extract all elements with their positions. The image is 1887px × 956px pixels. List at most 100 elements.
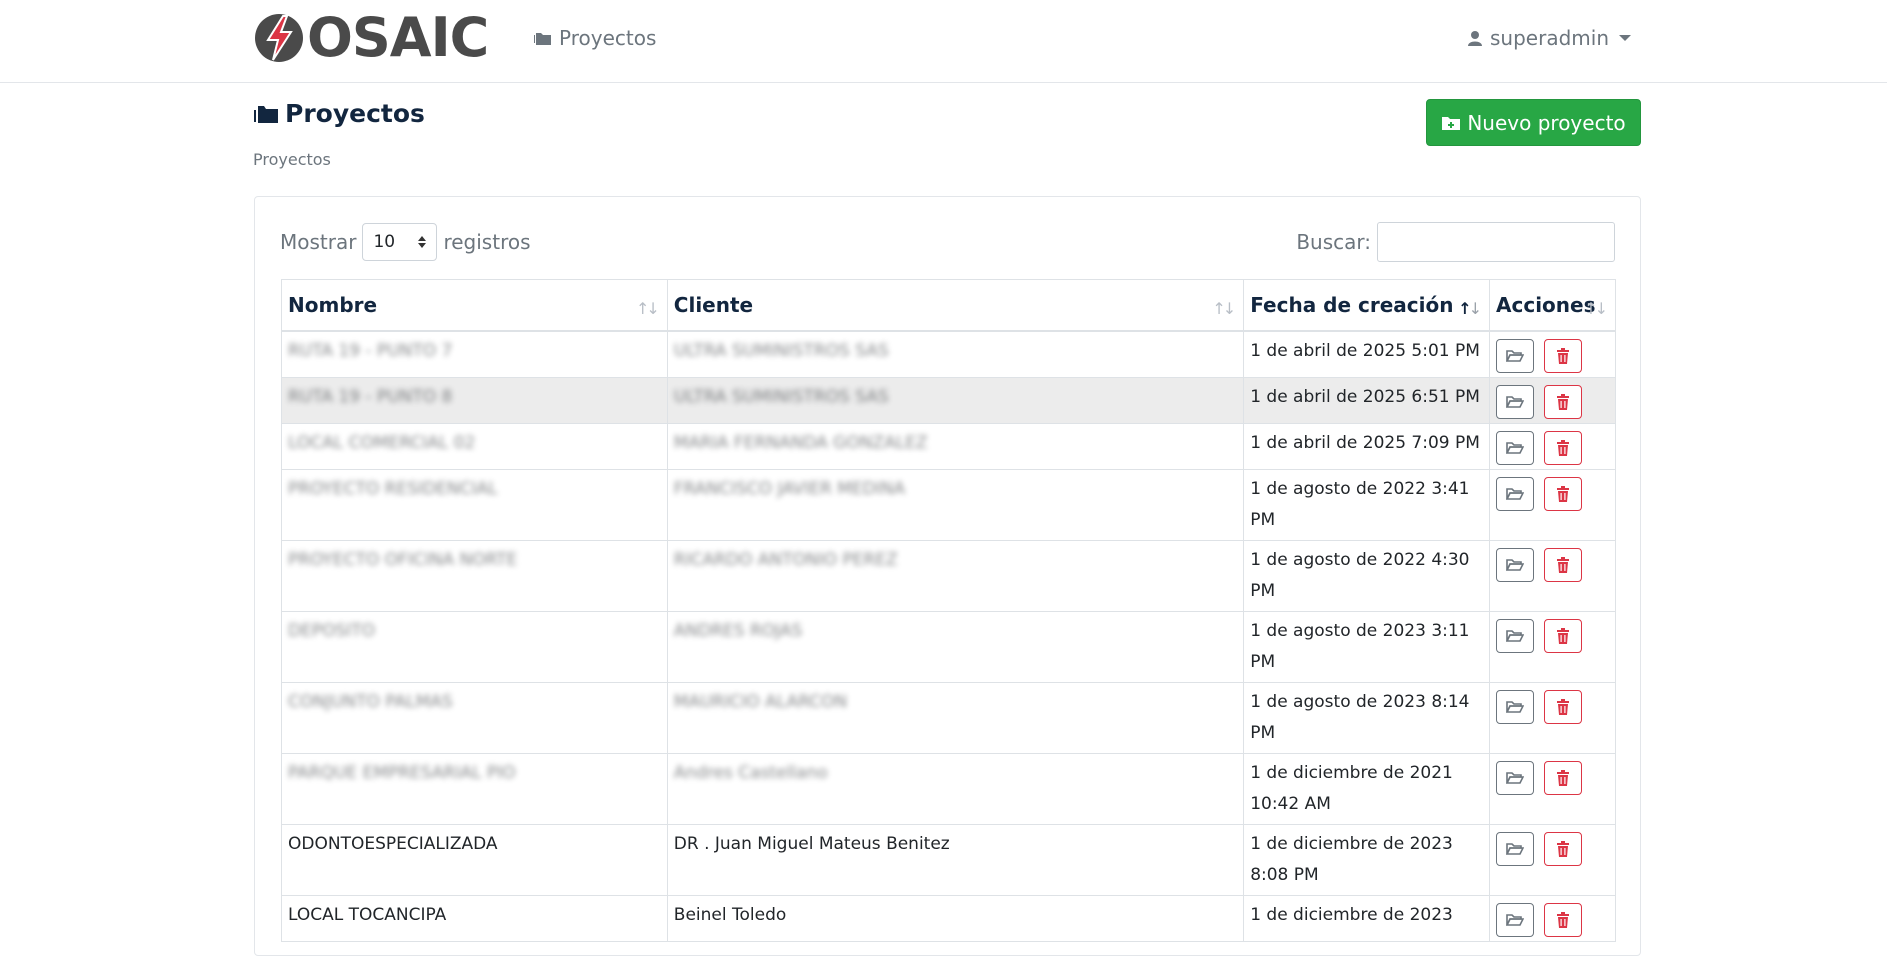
records-label: registros: [443, 230, 531, 254]
cell-project-name: LOCAL TOCANCIPA: [281, 894, 668, 942]
page-title: Proyectos: [253, 99, 425, 128]
trash-icon: [1557, 439, 1569, 456]
client-name: ULTRA SUMINISTROS SAS: [673, 340, 889, 361]
cell-created-date: 1 de agosto de 2022 3:41 PM: [1243, 468, 1490, 541]
projects-table: Nombre ↑↓ Cliente ↑↓ Fecha de creación ↑…: [281, 279, 1616, 942]
trash-icon: [1557, 698, 1569, 715]
folder-open-icon: [1506, 349, 1524, 362]
trash-icon: [1557, 393, 1569, 410]
created-date: 1 de agosto de 2022 3:41 PM: [1250, 478, 1470, 530]
cell-actions: [1489, 894, 1616, 942]
project-name: LOCAL TOCANCIPA: [288, 904, 447, 925]
brand-name: OSAIC: [307, 6, 489, 69]
delete-project-button[interactable]: [1544, 689, 1582, 724]
project-name: PROYECTO RESIDENCIAL: [288, 478, 498, 499]
row-actions: [1496, 428, 1609, 465]
trash-icon: [1557, 911, 1569, 928]
search-input[interactable]: [1377, 222, 1615, 262]
trash-icon: [1557, 556, 1569, 573]
delete-project-button[interactable]: [1544, 430, 1582, 465]
new-project-label: Nuevo proyecto: [1467, 110, 1626, 135]
select-arrows-icon: [418, 236, 427, 248]
delete-project-button[interactable]: [1544, 760, 1582, 795]
delete-project-button[interactable]: [1544, 338, 1582, 373]
folder-open-icon: [1506, 700, 1524, 713]
column-header-name[interactable]: Nombre ↑↓: [281, 279, 668, 332]
delete-project-button[interactable]: [1544, 618, 1582, 653]
column-actions-label: Acciones: [1496, 292, 1596, 317]
project-name: CONJUNTO PALMAS: [288, 691, 453, 712]
column-header-actions[interactable]: Acciones ↑↓: [1489, 279, 1616, 332]
row-actions: [1496, 474, 1609, 511]
folder-open-icon: [1506, 487, 1524, 500]
open-project-button[interactable]: [1496, 476, 1534, 511]
user-dropdown[interactable]: superadmin: [1468, 26, 1631, 50]
created-date: 1 de diciembre de 2023 8:08 PM: [1250, 833, 1453, 885]
bolt-logo-icon: [255, 14, 303, 62]
folder-open-icon: [1506, 558, 1524, 571]
row-actions: [1496, 758, 1609, 795]
created-date: 1 de diciembre de 2023: [1250, 904, 1453, 925]
folder-open-icon: [1506, 913, 1524, 926]
table-row: LOCAL TOCANCIPA Beinel Toledo 1 de diciemb…: [281, 894, 1616, 942]
cell-project-name: RUTA 19 - PUNTO 7: [281, 330, 668, 378]
open-project-button[interactable]: [1496, 760, 1534, 795]
nav-projects-link[interactable]: Proyectos: [533, 26, 656, 50]
project-name: PROYECTO OFICINA NORTE: [288, 549, 518, 570]
page-size-select[interactable]: 10: [362, 223, 438, 261]
cell-project-name: PROYECTO OFICINA NORTE: [281, 539, 668, 612]
folder-open-icon: [1506, 771, 1524, 784]
cell-created-date: 1 de abril de 2025 5:01 PM: [1243, 330, 1490, 378]
delete-project-button[interactable]: [1544, 831, 1582, 866]
created-date: 1 de agosto de 2022 4:30 PM: [1250, 549, 1470, 601]
table-header-row: Nombre ↑↓ Cliente ↑↓ Fecha de creación ↑…: [281, 279, 1616, 332]
created-date: 1 de agosto de 2023 8:14 PM: [1250, 691, 1470, 743]
table-row: RUTA 19 - PUNTO 8 ULTRA SUMINISTROS SAS 1 …: [281, 376, 1616, 424]
cell-client: ANDRES ROJAS: [666, 610, 1245, 683]
brand-logo[interactable]: OSAIC: [253, 6, 489, 69]
user-name: superadmin: [1490, 26, 1609, 50]
open-project-button[interactable]: [1496, 547, 1534, 582]
created-date: 1 de abril de 2025 7:09 PM: [1250, 432, 1480, 453]
open-project-button[interactable]: [1496, 338, 1534, 373]
project-name: RUTA 19 - PUNTO 8: [288, 386, 453, 407]
cell-created-date: 1 de agosto de 2022 4:30 PM: [1243, 539, 1490, 612]
project-name: PARQUE EMPRESARIAL PIO: [288, 762, 516, 783]
delete-project-button[interactable]: [1544, 476, 1582, 511]
table-row: PROYECTO OFICINA NORTE RICARDO ANTONIO PE…: [281, 539, 1616, 612]
new-project-button[interactable]: Nuevo proyecto: [1426, 99, 1641, 146]
open-project-button[interactable]: [1496, 831, 1534, 866]
breadcrumb[interactable]: Proyectos: [253, 150, 331, 169]
row-actions: [1496, 336, 1609, 373]
client-name: ANDRES ROJAS: [673, 620, 803, 641]
folders-icon: [534, 33, 551, 45]
table-row: RUTA 19 - PUNTO 7 ULTRA SUMINISTROS SAS 1 …: [281, 330, 1616, 378]
client-name: ULTRA SUMINISTROS SAS: [673, 386, 889, 407]
open-project-button[interactable]: [1496, 689, 1534, 724]
table-row: CONJUNTO PALMAS MAURICIO ALARCON 1 de agos…: [281, 681, 1616, 754]
cell-actions: [1489, 681, 1616, 754]
open-project-button[interactable]: [1496, 430, 1534, 465]
column-header-client[interactable]: Cliente ↑↓: [666, 279, 1245, 332]
cell-client: MAURICIO ALARCON: [666, 681, 1245, 754]
client-name: RICARDO ANTONIO PEREZ: [673, 549, 898, 570]
client-name: MARIA FERNANDA GONZALEZ: [673, 432, 928, 453]
row-actions: [1496, 382, 1609, 419]
page-length-control: Mostrar 10 registros: [280, 223, 531, 261]
column-created-label: Fecha de creación: [1250, 292, 1454, 317]
column-header-created[interactable]: Fecha de creación ↑↓: [1243, 279, 1490, 332]
nav-projects-label: Proyectos: [559, 26, 657, 50]
cell-project-name: RUTA 19 - PUNTO 8: [281, 376, 668, 424]
cell-client: ULTRA SUMINISTROS SAS: [666, 330, 1245, 378]
delete-project-button[interactable]: [1544, 384, 1582, 419]
delete-project-button[interactable]: [1544, 547, 1582, 582]
open-project-button[interactable]: [1496, 384, 1534, 419]
trash-icon: [1557, 840, 1569, 857]
created-date: 1 de abril de 2025 6:51 PM: [1250, 386, 1480, 407]
open-project-button[interactable]: [1496, 618, 1534, 653]
row-actions: [1496, 616, 1609, 653]
open-project-button[interactable]: [1496, 902, 1534, 937]
cell-actions: [1489, 468, 1616, 541]
delete-project-button[interactable]: [1544, 902, 1582, 937]
cell-actions: [1489, 422, 1616, 470]
